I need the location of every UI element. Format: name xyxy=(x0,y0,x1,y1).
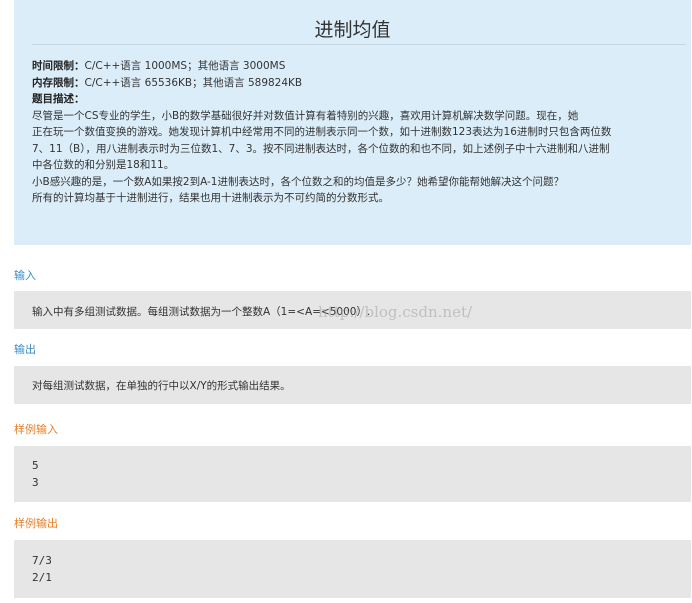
time-limit-row: 时间限制：C/C++语言 1000MS；其他语言 3000MS xyxy=(32,58,682,75)
description-line: 7、11（B），用八进制表示时为三位数1、7、3。按不同进制表达时，各个位数的和… xyxy=(32,142,610,155)
memory-limit-value: C/C++语言 65536KB；其他语言 589824KB xyxy=(84,76,303,89)
sample-output-label: 样例输出 xyxy=(14,517,58,530)
description-line: 尽管是一个CS专业的学生，小B的数学基础很好并对数值计算有着特别的兴趣，喜欢用计… xyxy=(32,109,579,122)
output-section-label: 输出 xyxy=(14,343,36,356)
sample-output-content: 7/3 2/1 xyxy=(32,552,52,586)
description-line: 正在玩一个数值变换的游戏。她发现计算机中经常用不同的进制表示同一个数，如十进制数… xyxy=(32,126,612,138)
title-divider xyxy=(32,44,686,45)
description-line: 中各位数的和分别是18和11。 xyxy=(32,159,175,171)
time-limit-value: C/C++语言 1000MS；其他语言 3000MS xyxy=(84,60,286,72)
sample-output-line: 2/1 xyxy=(32,571,52,584)
sample-input-content: 5 3 xyxy=(32,457,39,491)
output-description: 对每组测试数据，在单独的行中以X/Y的形式输出结果。 xyxy=(32,380,291,392)
sample-input-line: 3 xyxy=(32,476,39,489)
sample-output-line: 7/3 xyxy=(32,554,52,567)
sample-input-box: 5 3 xyxy=(14,446,691,502)
description-label: 题目描述： xyxy=(32,93,85,105)
problem-header-panel: 进制均值 时间限制：C/C++语言 1000MS；其他语言 3000MS 内存限… xyxy=(14,0,691,245)
time-limit-label: 时间限制： xyxy=(32,60,85,72)
output-section-box: 对每组测试数据，在单独的行中以X/Y的形式输出结果。 xyxy=(14,366,691,404)
problem-title: 进制均值 xyxy=(314,19,391,41)
description-line: 所有的计算均基于十进制进行，结果也用十进制表示为不可约简的分数形式。 xyxy=(32,192,389,204)
sample-output-box: 7/3 2/1 xyxy=(14,540,691,598)
memory-limit-label: 内存限制： xyxy=(32,76,85,89)
sample-input-line: 5 xyxy=(32,459,39,472)
sample-input-label: 样例输入 xyxy=(14,423,58,436)
input-section-box: 输入中有多组测试数据。每组测试数据为一个整数A（1=<A=<5000）. xyxy=(14,291,691,329)
description-line: 小B感兴趣的是，一个数A如果按2到A-1进制表达时，各个位数之和的均值是多少？她… xyxy=(32,175,564,188)
input-description: 输入中有多组测试数据。每组测试数据为一个整数A（1=<A=<5000）. xyxy=(32,306,371,318)
problem-info: 时间限制：C/C++语言 1000MS；其他语言 3000MS 内存限制：C/C… xyxy=(32,58,682,207)
input-section-label: 输入 xyxy=(14,269,36,282)
memory-limit-row: 内存限制：C/C++语言 65536KB；其他语言 589824KB xyxy=(32,75,682,92)
description-label-row: 题目描述： xyxy=(32,91,682,108)
